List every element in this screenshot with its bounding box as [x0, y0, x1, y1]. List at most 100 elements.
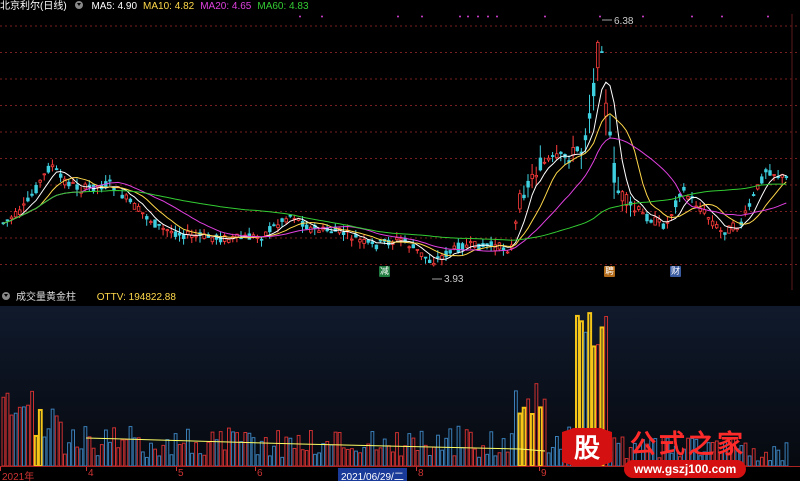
volume-bar: [514, 390, 518, 466]
candle-body: [227, 239, 231, 243]
low-price-label: 3.93: [444, 274, 464, 285]
volume-bar: [71, 429, 75, 466]
candle-body: [280, 218, 284, 222]
candle-body: [268, 226, 272, 233]
indicator-header-bar: 成交量黄金柱 OTTV: 194822.88: [0, 290, 800, 306]
event-marker: [767, 15, 769, 18]
candle-body: [399, 238, 403, 241]
volume-bar: [231, 431, 235, 466]
candle-body: [50, 164, 55, 168]
candle-body: [38, 179, 42, 183]
event-marker: [299, 15, 301, 18]
gszj-logo-icon: 股: [562, 428, 612, 466]
volume-bar: [526, 398, 531, 466]
candle-body: [546, 157, 551, 161]
candle-body: [653, 216, 657, 226]
volume-bar: [534, 383, 539, 466]
volume-bar: [403, 445, 408, 466]
candle-body: [42, 173, 46, 176]
time-axis-label: 5: [178, 468, 184, 479]
candle-body: [645, 213, 649, 222]
volume-bar: [440, 449, 445, 466]
candle-body: [415, 248, 420, 251]
volume-bar: [296, 434, 301, 466]
candle-body: [157, 223, 161, 226]
candle-body: [464, 244, 469, 248]
volume-bar: [280, 456, 285, 466]
volume-bar: [255, 454, 260, 466]
volume-bar: [317, 452, 322, 466]
candle-body: [407, 246, 411, 249]
candle-body: [719, 230, 723, 233]
candle-body: [276, 224, 280, 228]
volume-bar: [354, 450, 358, 466]
candle-body: [682, 186, 686, 191]
candle-body: [768, 170, 772, 176]
volume-bar: [460, 447, 465, 466]
volume-bar: [538, 406, 543, 466]
volume-bar: [206, 441, 211, 466]
volume-bar: [198, 453, 203, 466]
event-marker: [477, 15, 479, 18]
volume-bar: [9, 414, 14, 466]
time-axis-label: 9: [541, 468, 547, 479]
candle-body: [173, 231, 178, 237]
volume-bar: [529, 412, 535, 466]
dropdown-icon[interactable]: [74, 1, 83, 10]
candle-body: [288, 214, 292, 217]
candle-body: [542, 161, 547, 164]
candle-body: [743, 210, 748, 214]
volume-bar: [251, 437, 256, 466]
candle-body: [723, 232, 727, 235]
event-badge[interactable]: 减: [379, 266, 390, 277]
candle-body: [604, 102, 608, 117]
volume-bar: [132, 437, 137, 466]
event-marker: [544, 15, 546, 18]
volume-bar: [5, 392, 10, 466]
volume-bar: [382, 438, 387, 466]
volume-bar: [436, 434, 440, 466]
volume-bar: [13, 412, 18, 466]
candle-body: [153, 219, 157, 228]
volume-bar: [509, 433, 514, 466]
event-marker: [467, 15, 469, 18]
volume-bar: [124, 439, 129, 466]
volume-bar: [33, 434, 39, 466]
event-marker: [721, 15, 723, 18]
candle-body: [448, 250, 452, 254]
candle-body: [571, 146, 575, 156]
watermark-url[interactable]: www.gszj100.com: [624, 460, 747, 478]
candle-body: [370, 241, 374, 244]
volume-bar: [22, 406, 26, 466]
candle-body: [423, 256, 428, 259]
volume-bar: [292, 447, 297, 466]
event-badge[interactable]: 聘: [604, 266, 615, 277]
event-marker: [599, 15, 601, 18]
candle-body: [526, 180, 530, 188]
candle-body: [534, 175, 538, 178]
candle-body: [136, 205, 141, 212]
candle-body: [468, 241, 473, 244]
candle-body: [374, 244, 379, 250]
volume-bar: [173, 433, 178, 466]
dropdown-icon[interactable]: [2, 292, 10, 301]
watermark: 股 公式之家 www.gszj100.com: [556, 424, 786, 480]
event-marker: [487, 15, 489, 18]
candlestick-chart[interactable]: 6.38 3.93: [0, 14, 800, 290]
volume-bar: [370, 431, 375, 466]
volume-bar: [214, 439, 219, 466]
volume-bar: [67, 442, 71, 466]
candle-body: [559, 151, 563, 155]
volume-bar: [116, 447, 121, 466]
event-badge[interactable]: 财: [670, 266, 681, 277]
candle-body: [784, 176, 789, 179]
candle-body: [522, 194, 526, 199]
candle-body: [304, 224, 309, 230]
candle-body: [9, 216, 14, 220]
volume-bar: [477, 456, 481, 466]
candle-body: [616, 190, 620, 193]
volume-bar: [128, 426, 133, 466]
candle-body: [649, 219, 653, 223]
volume-bar: [321, 443, 326, 466]
candle-body: [772, 174, 776, 176]
